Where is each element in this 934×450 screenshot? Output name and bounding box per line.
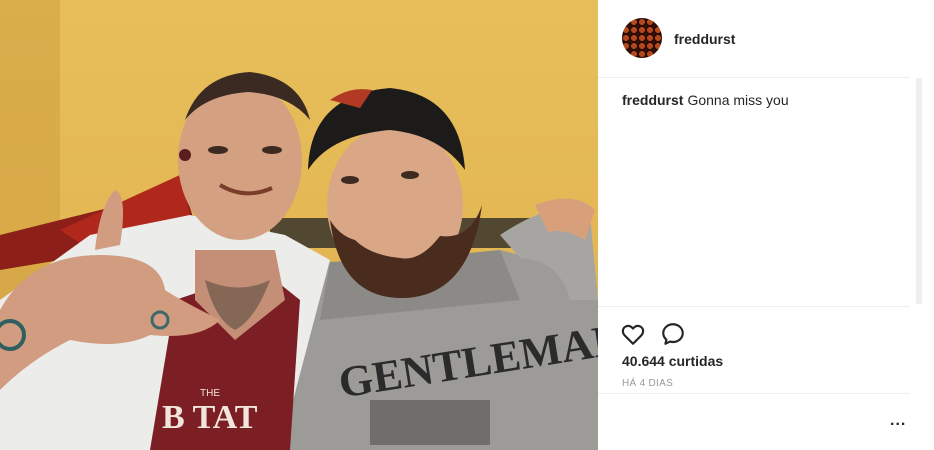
post-photo: GENTLEMAN B TAT THE: [0, 0, 598, 450]
tshirt-text: B TAT: [162, 399, 258, 436]
divider: [598, 393, 910, 394]
tshirt-small-text: THE: [200, 388, 220, 399]
heart-icon[interactable]: [620, 321, 646, 347]
avatar[interactable]: [622, 18, 662, 58]
caption-text: Gonna miss you: [687, 92, 789, 108]
post-actions: 40.644 curtidas HÁ 4 DIAS: [598, 306, 910, 403]
comments-scrollbar[interactable]: [916, 78, 922, 304]
more-options-icon[interactable]: ...: [890, 412, 906, 430]
comment-icon[interactable]: [660, 321, 686, 347]
post-timestamp[interactable]: HÁ 4 DIAS: [622, 378, 673, 389]
caption-username[interactable]: freddurst: [622, 92, 683, 108]
photo-illustration: GENTLEMAN B TAT THE: [0, 0, 598, 450]
likes-count[interactable]: 40.644 curtidas: [622, 353, 723, 369]
header-username[interactable]: freddurst: [674, 31, 735, 47]
post-header: freddurst: [598, 0, 910, 78]
post-details-panel: freddurst freddurst Gonna miss you 40.644…: [598, 0, 934, 450]
post-caption: freddurst Gonna miss you: [622, 92, 789, 108]
